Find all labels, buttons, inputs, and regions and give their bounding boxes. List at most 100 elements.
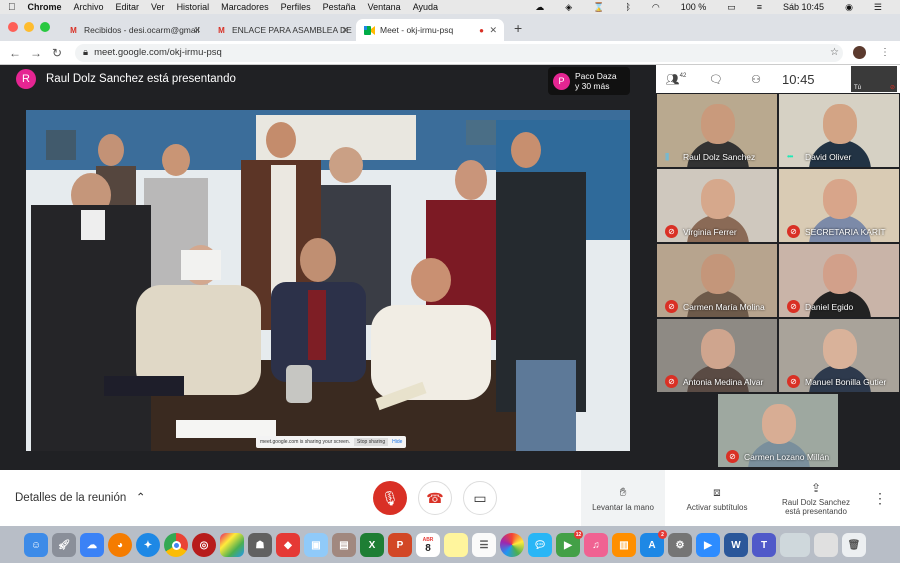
self-view-tile[interactable]: Tú ⊘: [851, 66, 897, 92]
trash-icon[interactable]: 🗑︎: [842, 533, 866, 557]
other-participants-chip[interactable]: P Paco Daza y 30 más: [548, 67, 630, 95]
forward-icon[interactable]: →: [30, 46, 42, 60]
color-app-icon[interactable]: [220, 533, 244, 557]
menu-ayuda[interactable]: Ayuda: [413, 2, 438, 12]
participant-video-face: [701, 104, 735, 144]
tab-gmail-enlace[interactable]: M ENLACE PARA ASAMBLEA DE ✕: [208, 19, 356, 41]
notification-center-icon[interactable]: ☰: [874, 2, 882, 13]
reminders-icon[interactable]: ☰: [472, 533, 496, 557]
back-icon[interactable]: ←: [9, 46, 21, 60]
apple-icon[interactable]: : [8, 2, 16, 13]
wifi-icon[interactable]: ◠: [652, 2, 660, 13]
system-preferences-icon[interactable]: ⚙: [668, 533, 692, 557]
participant-tile[interactable]: ⊘ Manuel Bonilla Gutier: [779, 319, 899, 392]
preview-icon[interactable]: ▣: [304, 533, 328, 557]
participant-tile[interactable]: ⊘ Carmen María Molina: [657, 244, 777, 317]
menu-editar[interactable]: Editar: [116, 2, 140, 12]
excel-icon[interactable]: X: [360, 533, 384, 557]
powerpoint-icon[interactable]: P: [388, 533, 412, 557]
photos-icon[interactable]: [500, 533, 524, 557]
menu-pestana[interactable]: Pestaña: [323, 2, 356, 12]
participant-tile[interactable]: ⊘ SECRETARIA KARIT: [779, 169, 899, 242]
zoom-icon[interactable]: ▶: [696, 533, 720, 557]
menu-historial[interactable]: Historial: [177, 2, 210, 12]
malwarebytes-icon[interactable]: ◈: [565, 2, 572, 13]
close-tab-icon[interactable]: ✕: [193, 25, 201, 36]
hide-notice-link[interactable]: Hide: [392, 439, 402, 445]
captions-button[interactable]: ⧈ Activar subtítulos: [672, 470, 762, 526]
firefox-icon[interactable]: ◕: [108, 533, 132, 557]
presenting-label-2: está presentando: [785, 506, 847, 516]
facetime-icon[interactable]: ▶ 12: [556, 530, 583, 557]
menubar-clock[interactable]: Sáb 10:45: [783, 2, 824, 12]
menu-perfiles[interactable]: Perfiles: [281, 2, 311, 12]
menu-ventana[interactable]: Ventana: [368, 2, 401, 12]
presenting-button[interactable]: ⇪ Raul Dolz Sanchez está presentando: [770, 470, 862, 526]
downloads-stack-icon[interactable]: [780, 533, 810, 557]
profile-avatar[interactable]: [853, 46, 866, 59]
safari-icon[interactable]: ✦: [136, 533, 160, 557]
calendar-icon[interactable]: ABR 8: [416, 533, 440, 557]
participant-video-face: [701, 179, 735, 219]
chrome-icon[interactable]: [164, 533, 188, 557]
close-tab-icon[interactable]: ✕: [489, 25, 497, 36]
participant-tile[interactable]: ⊘ Virginia Ferrer: [657, 169, 777, 242]
menu-archivo[interactable]: Archivo: [74, 2, 104, 12]
url-text: meet.google.com/okj-irmu-psq: [94, 47, 222, 58]
camera-toggle-button[interactable]: ▭: [463, 481, 497, 515]
mic-off-icon: ⊘: [787, 225, 800, 238]
url-field[interactable]: 🔒︎ meet.google.com/okj-irmu-psq: [75, 43, 843, 62]
app-store-icon[interactable]: A2: [640, 530, 667, 557]
close-tab-icon[interactable]: ✕: [341, 25, 349, 36]
leave-call-button[interactable]: ☎: [418, 481, 452, 515]
audio-utility-icon[interactable]: ☗: [248, 533, 272, 557]
participant-tile[interactable]: ⊘ Daniel Egido: [779, 244, 899, 317]
minimize-window-button[interactable]: [24, 22, 34, 32]
battery-icon[interactable]: ▭: [727, 2, 736, 13]
folder-stack-icon[interactable]: [814, 533, 838, 557]
close-window-button[interactable]: [8, 22, 18, 32]
participant-tile[interactable]: ••• David Oliver: [779, 94, 899, 167]
menu-ver[interactable]: Ver: [151, 2, 165, 12]
participant-tile[interactable]: ⊘ Antonia Medina Alvar: [657, 319, 777, 392]
meeting-details-label: Detalles de la reunión: [15, 492, 127, 504]
zoom-window-button[interactable]: [40, 22, 50, 32]
mic-toggle-button[interactable]: 🎙︎: [373, 481, 407, 515]
bookmark-star-icon[interactable]: ☆: [830, 47, 839, 58]
menu-marcadores[interactable]: Marcadores: [221, 2, 269, 12]
activities-button[interactable]: ⚇: [736, 73, 776, 86]
participants-button[interactable]: 👥︎42: [656, 73, 696, 86]
control-center-icon[interactable]: ≡: [757, 2, 762, 12]
messages-icon[interactable]: 💬︎: [528, 533, 552, 557]
tab-gmail-inbox[interactable]: M Recibidos - desi.ocarm@gmail ✕: [60, 19, 208, 41]
siri-icon[interactable]: ◉: [845, 2, 853, 13]
anydesk-icon[interactable]: ◆: [276, 533, 300, 557]
more-menu-icon[interactable]: ⋮: [880, 47, 890, 58]
archive-utility-icon[interactable]: ▤: [332, 533, 356, 557]
more-options-button[interactable]: ⋮: [870, 470, 890, 526]
stop-sharing-button[interactable]: Stop sharing: [354, 438, 389, 446]
chat-button[interactable]: 🗨︎: [696, 73, 736, 86]
tab-title: Recibidos - desi.ocarm@gmail: [84, 25, 200, 35]
bluetooth-icon[interactable]: ᛒ: [625, 2, 630, 12]
finder-icon[interactable]: ☺: [24, 533, 48, 557]
menu-app-name[interactable]: Chrome: [28, 2, 62, 12]
participant-tile[interactable]: ⊘ Carmen Lozano Millán: [718, 394, 838, 467]
reload-icon[interactable]: ↻: [51, 46, 63, 60]
teams-icon[interactable]: T: [752, 533, 776, 557]
participant-tile[interactable]: ||| Raul Dolz Sanchez: [657, 94, 777, 167]
tab-meet[interactable]: Meet - okj-irmu-psq ● ✕: [356, 19, 504, 41]
new-tab-button[interactable]: +: [514, 20, 522, 36]
opera-icon[interactable]: ◎: [192, 533, 216, 557]
lock-icon[interactable]: 🔒︎: [83, 47, 88, 58]
books-icon[interactable]: ▥: [612, 533, 636, 557]
word-icon[interactable]: W: [724, 533, 748, 557]
hourglass-icon[interactable]: ⌛: [593, 2, 604, 13]
backup-cloud-icon[interactable]: ☁: [80, 533, 104, 557]
meeting-details-button[interactable]: Detalles de la reunión ⌃: [15, 490, 145, 504]
music-icon[interactable]: ♫: [584, 533, 608, 557]
raise-hand-button[interactable]: ✋︎ Levantar la mano: [581, 470, 665, 526]
launchpad-icon[interactable]: 🚀︎: [52, 533, 76, 557]
notes-icon[interactable]: [444, 533, 468, 557]
cloud-icon[interactable]: ☁: [535, 2, 544, 13]
